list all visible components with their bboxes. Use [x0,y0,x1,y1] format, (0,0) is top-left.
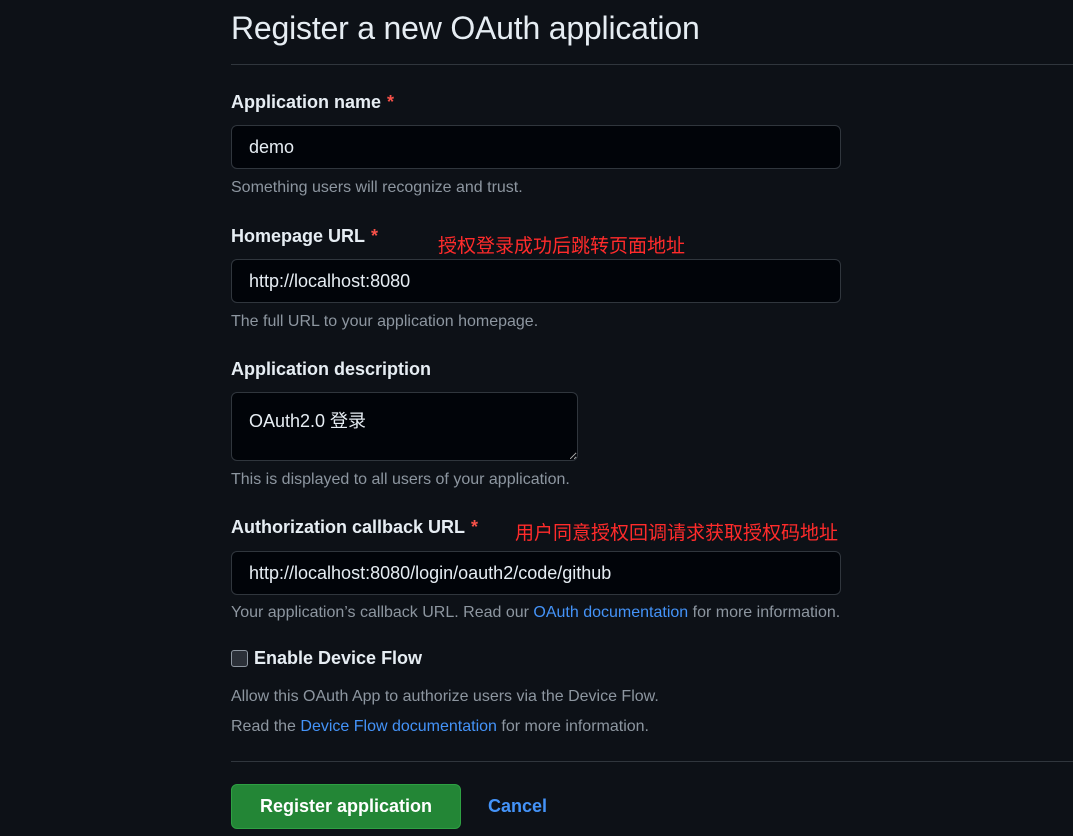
device-flow-description: Allow this OAuth App to authorize users … [231,688,659,705]
homepage-url-annotation: 授权登录成功后跳转页面地址 [438,235,686,257]
actions-divider [231,761,1073,762]
callback-url-label: Authorization callback URL * [231,517,478,538]
callback-url-annotation: 用户同意授权回调请求获取授权码地址 [515,522,839,544]
app-description-hint: This is displayed to all users of your a… [231,471,570,488]
homepage-url-input[interactable] [231,259,841,303]
enable-device-flow-checkbox[interactable] [231,650,248,667]
callback-url-input[interactable] [231,551,841,595]
cancel-button[interactable]: Cancel [488,796,547,817]
enable-device-flow-label[interactable]: Enable Device Flow [254,648,422,669]
title-divider [231,64,1073,65]
callback-url-label-text: Authorization callback URL [231,517,466,537]
callback-url-hint-suffix: for more information. [688,604,841,621]
device-flow-docs-line: Read the Device Flow documentation for m… [231,718,649,736]
homepage-url-hint: The full URL to your application homepag… [231,313,539,330]
device-flow-docs-suffix: for more information. [496,718,649,735]
required-marker: * [387,92,395,112]
register-application-button[interactable]: Register application [231,784,461,829]
device-flow-documentation-link[interactable]: Device Flow documentation [300,718,497,735]
oauth-documentation-link[interactable]: OAuth documentation [533,604,688,621]
app-name-label-text: Application name [231,92,382,112]
app-name-input[interactable] [231,125,841,169]
app-name-hint: Something users will recognize and trust… [231,179,523,196]
app-description-textarea[interactable] [231,392,578,461]
device-flow-docs-prefix: Read the [231,718,301,735]
required-marker: * [471,517,479,537]
homepage-url-label: Homepage URL * [231,226,378,247]
required-marker: * [371,226,379,246]
callback-url-hint: Your application’s callback URL. Read ou… [231,604,840,622]
page-title: Register a new OAuth application [231,10,700,46]
device-flow-row: Enable Device Flow [231,648,422,669]
app-description-label-text: Application description [231,359,432,379]
homepage-url-label-text: Homepage URL [231,226,366,246]
register-oauth-app-page: Register a new OAuth application Applica… [0,0,1073,836]
app-name-label: Application name * [231,92,394,113]
callback-url-hint-prefix: Your application’s callback URL. Read ou… [231,604,534,621]
app-description-label: Application description [231,359,431,380]
